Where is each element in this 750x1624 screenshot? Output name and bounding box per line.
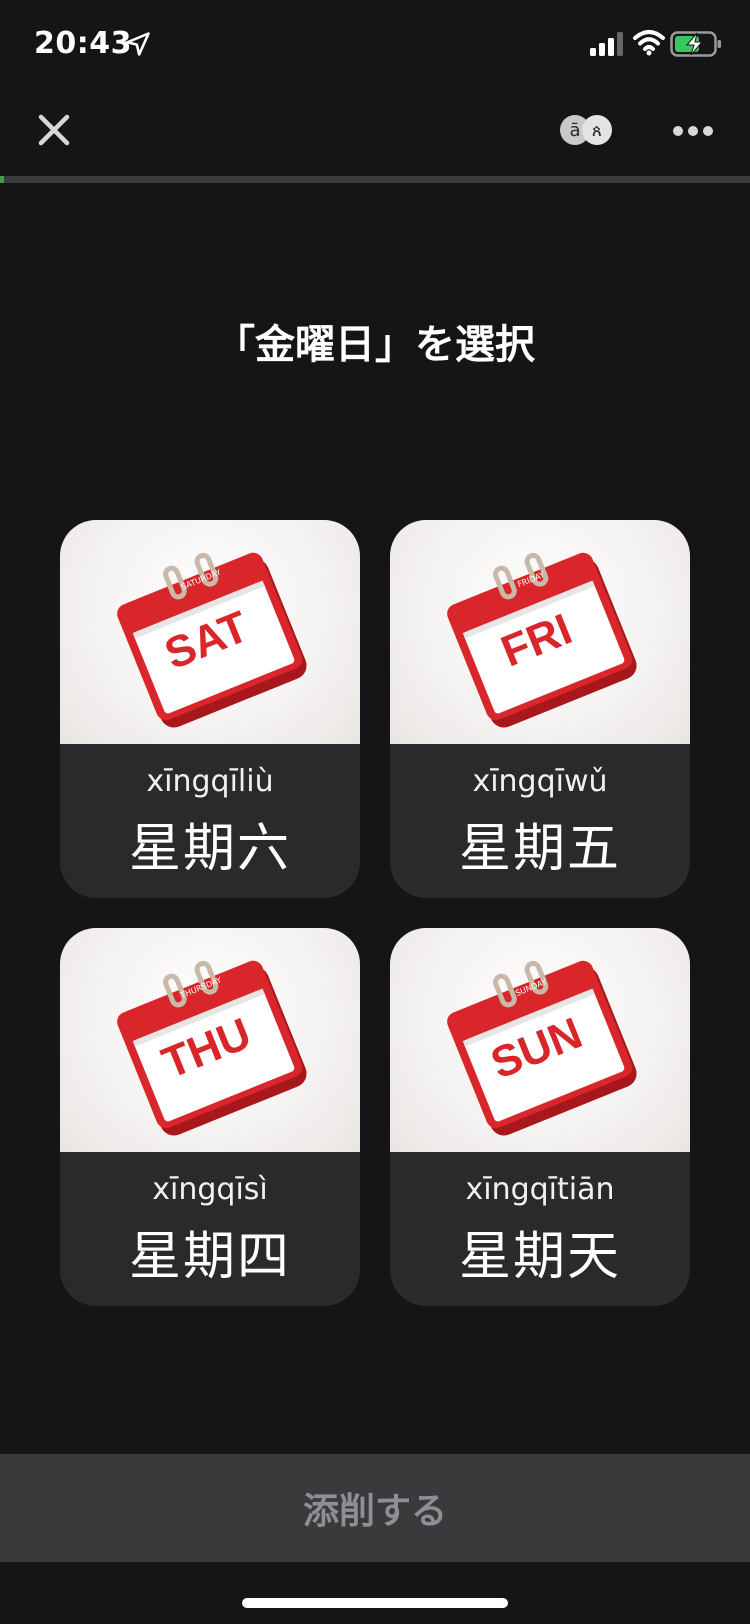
option-card-friday[interactable]: FRIDAY FRI xīngqīwǔ 星期五 xyxy=(390,520,690,898)
home-indicator xyxy=(242,1598,508,1608)
option-card-saturday[interactable]: SATURDAY SAT xīngqīliù 星期六 xyxy=(60,520,360,898)
calendar-icon: FRIDAYFRI xyxy=(447,552,637,728)
location-arrow-icon xyxy=(126,32,150,56)
option-hanzi: 星期五 xyxy=(458,819,621,879)
option-hanzi: 星期天 xyxy=(458,1227,621,1287)
option-card-thursday[interactable]: THURSDAY THU xīngqīsì 星期四 xyxy=(60,928,360,1306)
check-answer-button[interactable]: 添削する xyxy=(0,1454,750,1562)
cellular-signal-icon xyxy=(590,32,623,56)
status-time: 20:43 xyxy=(34,26,132,61)
language-toggle-icon[interactable]: ā ጰ xyxy=(558,113,614,147)
more-icon[interactable] xyxy=(672,116,714,146)
calendar-icon: THURSDAYTHU xyxy=(117,960,307,1136)
battery-charging-icon xyxy=(670,31,721,57)
calendar-icon: SATURDAYSAT xyxy=(117,552,307,728)
wifi-icon xyxy=(633,30,665,56)
prompt-title: 「金曜日」を選択 xyxy=(215,322,535,368)
option-card-sunday[interactable]: SUNDAY SUN xīngqītiān 星期天 xyxy=(390,928,690,1306)
close-icon[interactable] xyxy=(36,112,72,148)
calendar-image: THURSDAY THU xyxy=(60,928,360,1152)
option-pinyin: xīngqīliù xyxy=(146,764,274,799)
option-pinyin: xīngqītiān xyxy=(465,1172,615,1207)
svg-text:ā: ā xyxy=(569,120,580,141)
calendar-icon: SUNDAYSUN xyxy=(447,960,637,1136)
lesson-progress-bar xyxy=(0,176,750,183)
option-hanzi: 星期六 xyxy=(128,819,291,879)
calendar-image: SUNDAY SUN xyxy=(390,928,690,1152)
status-bar: 20:43 xyxy=(0,0,750,90)
lesson-progress-fill xyxy=(0,176,4,183)
option-hanzi: 星期四 xyxy=(128,1227,291,1287)
calendar-image: FRIDAY FRI xyxy=(390,520,690,744)
option-pinyin: xīngqīwǔ xyxy=(472,764,608,799)
calendar-image: SATURDAY SAT xyxy=(60,520,360,744)
svg-text:ጰ: ጰ xyxy=(592,121,602,141)
option-pinyin: xīngqīsì xyxy=(152,1172,268,1207)
